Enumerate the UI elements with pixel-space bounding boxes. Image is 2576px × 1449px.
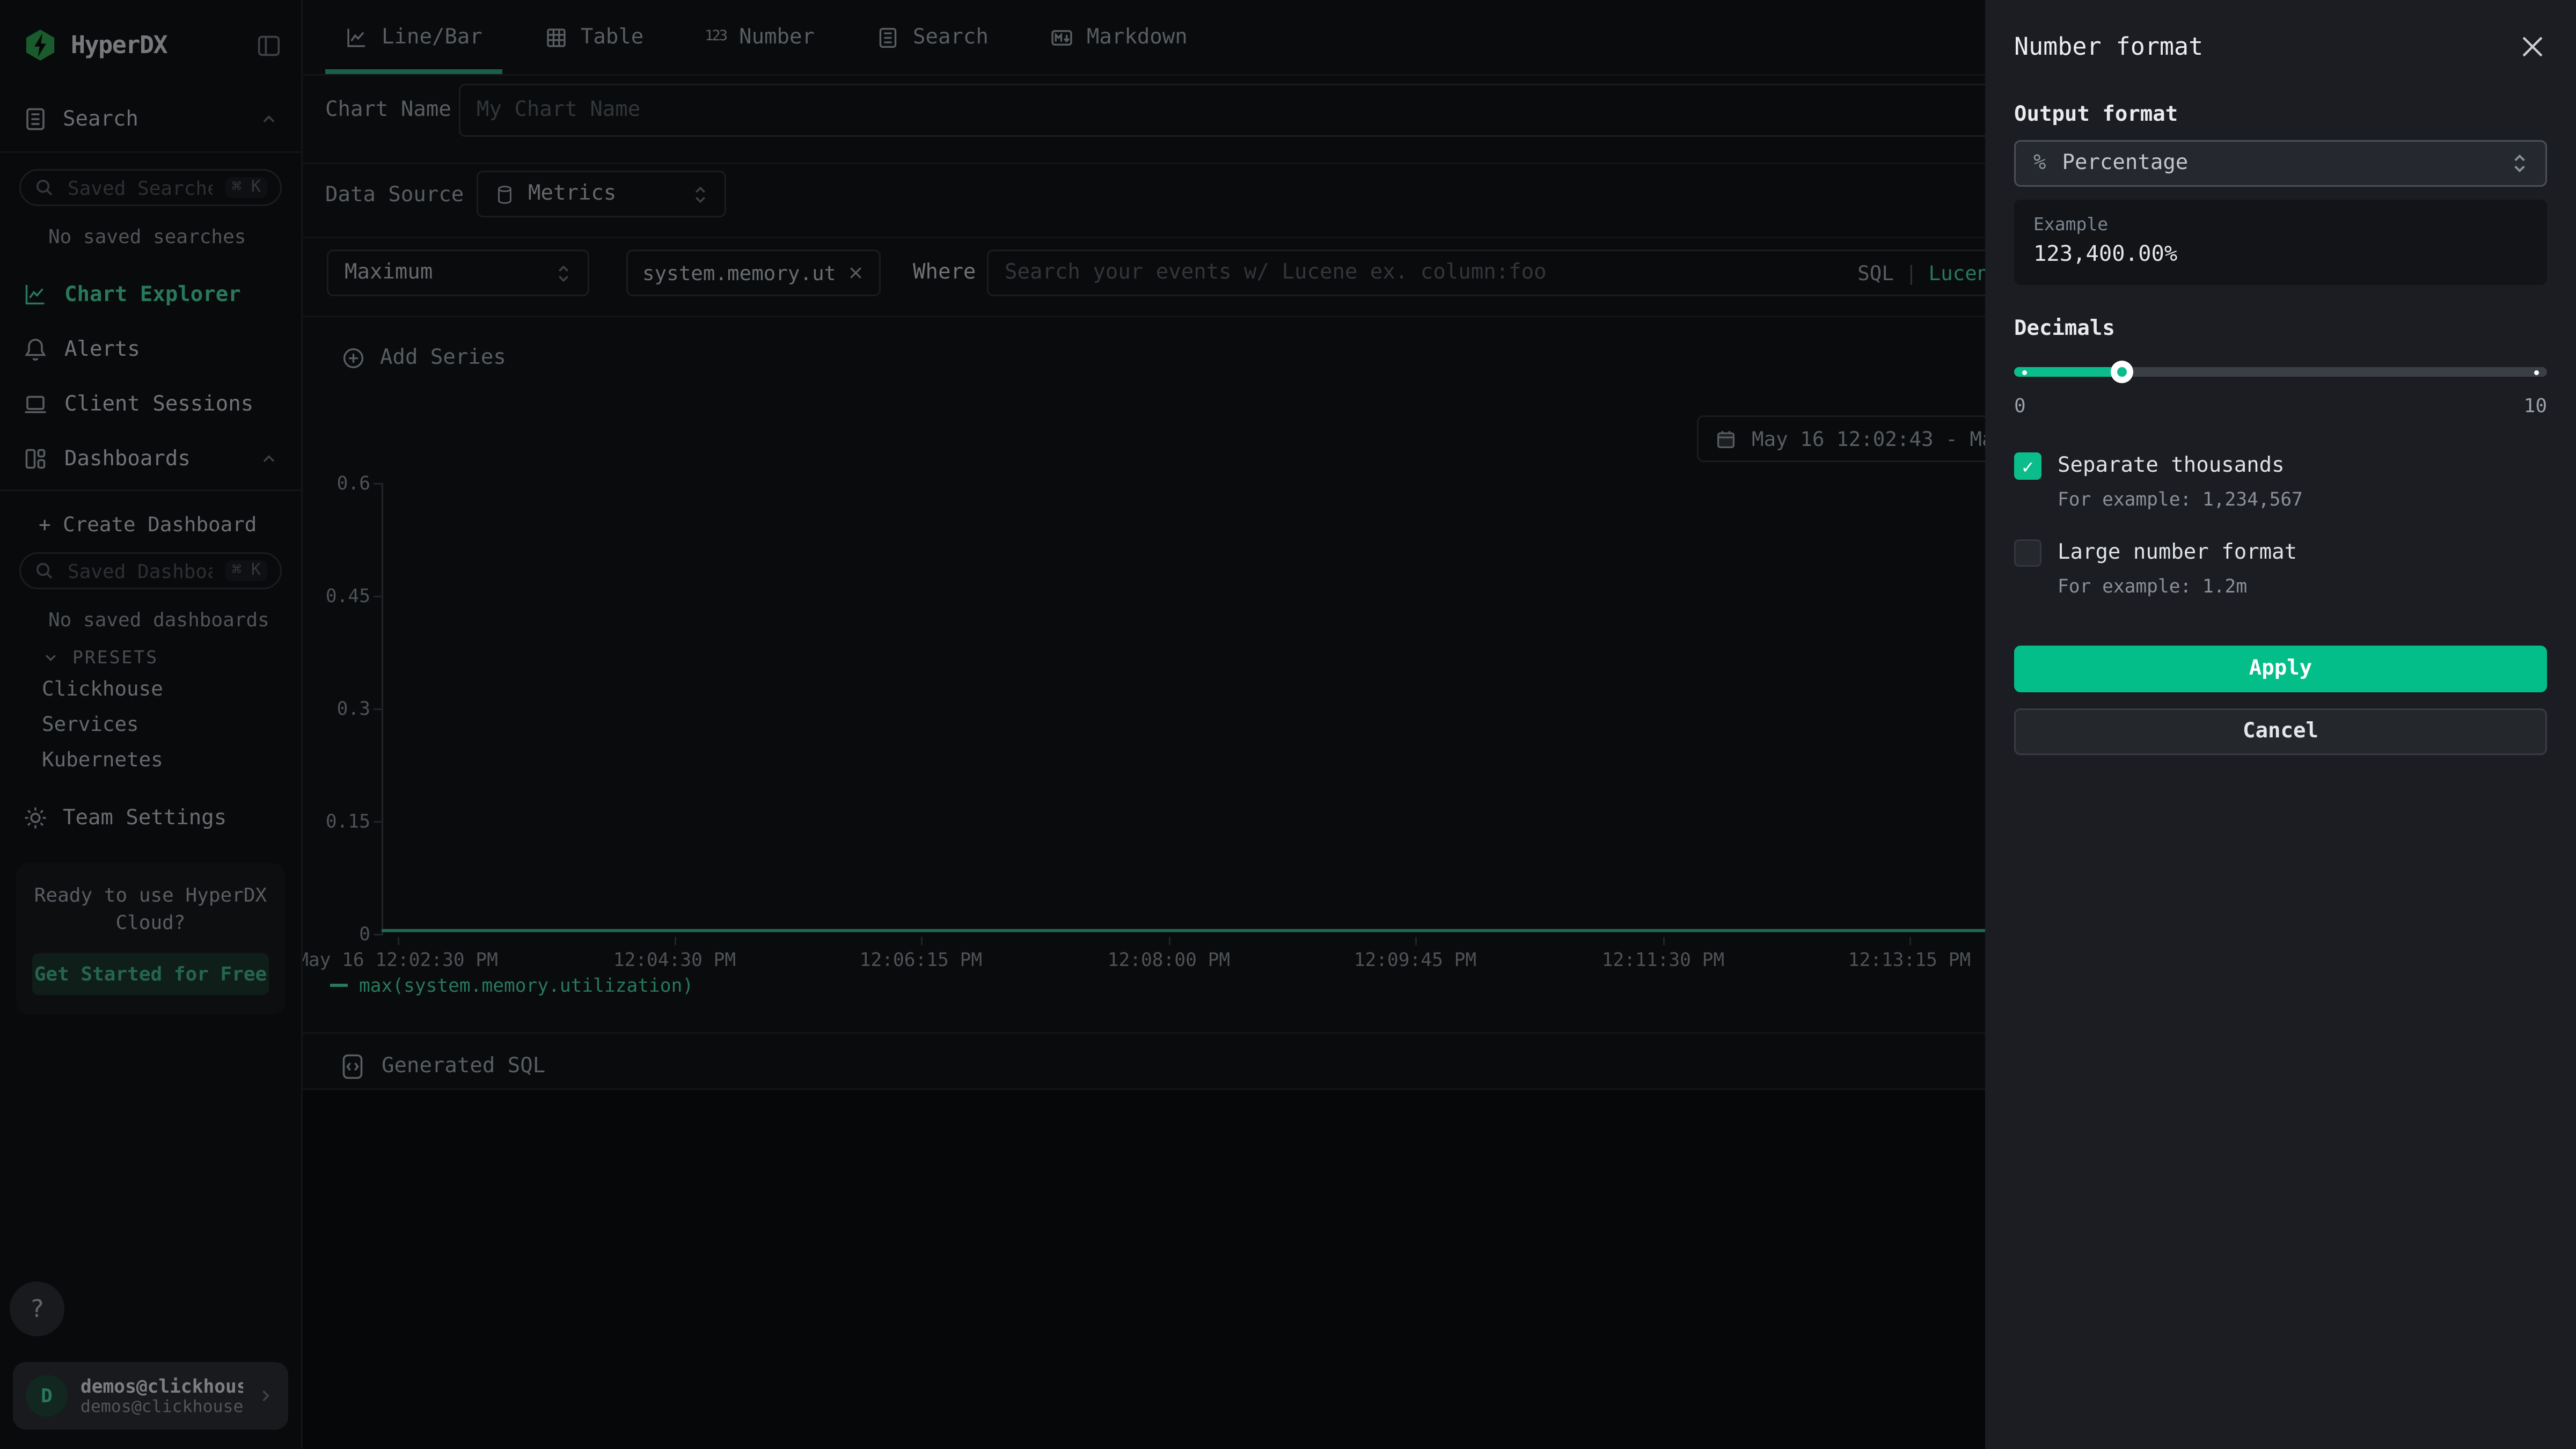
example-value: 123,400.00% [2033, 241, 2528, 267]
checkbox-unchecked-icon[interactable] [2014, 539, 2041, 567]
panel-title: Number format [2014, 32, 2203, 61]
separate-thousands-label: Separate thousands [2058, 454, 2285, 478]
select-chevrons-icon [2512, 153, 2528, 174]
format-example-box: Example 123,400.00% [2014, 200, 2547, 285]
separate-thousands-hint: For example: 1,234,567 [2058, 488, 2547, 510]
modal-backdrop[interactable] [0, 0, 1985, 1449]
percent-icon: % [2033, 151, 2046, 175]
slider-fill [2014, 367, 2122, 377]
large-number-format-row[interactable]: Large number format [2014, 539, 2547, 567]
example-label: Example [2033, 214, 2528, 235]
apply-button[interactable]: Apply [2014, 646, 2547, 692]
separate-thousands-row[interactable]: Separate thousands [2014, 452, 2547, 480]
close-icon[interactable] [2518, 32, 2547, 61]
output-format-value: Percentage [2062, 151, 2496, 175]
slider-scale: 0 10 [2014, 394, 2547, 417]
app-window: HyperDX Search [0, 0, 2576, 1449]
cancel-button[interactable]: Cancel [2014, 708, 2547, 755]
checkbox-checked-icon[interactable] [2014, 452, 2041, 480]
slider-min-label: 0 [2014, 394, 2026, 417]
large-number-format-label: Large number format [2058, 541, 2297, 565]
panel-header: Number format [2014, 29, 2547, 64]
output-format-select[interactable]: % Percentage [2014, 140, 2547, 187]
slider-max-dot [2534, 370, 2539, 375]
decimals-slider[interactable] [2014, 361, 2547, 383]
output-format-label: Output format [2014, 103, 2547, 127]
slider-max-label: 10 [2524, 394, 2547, 417]
slider-thumb[interactable] [2111, 361, 2133, 383]
decimals-label: Decimals [2014, 317, 2547, 341]
large-number-format-hint: For example: 1.2m [2058, 575, 2547, 597]
slider-min-dot [2022, 370, 2027, 375]
number-format-panel: Number format Output format % Percentage… [1985, 0, 2576, 1449]
